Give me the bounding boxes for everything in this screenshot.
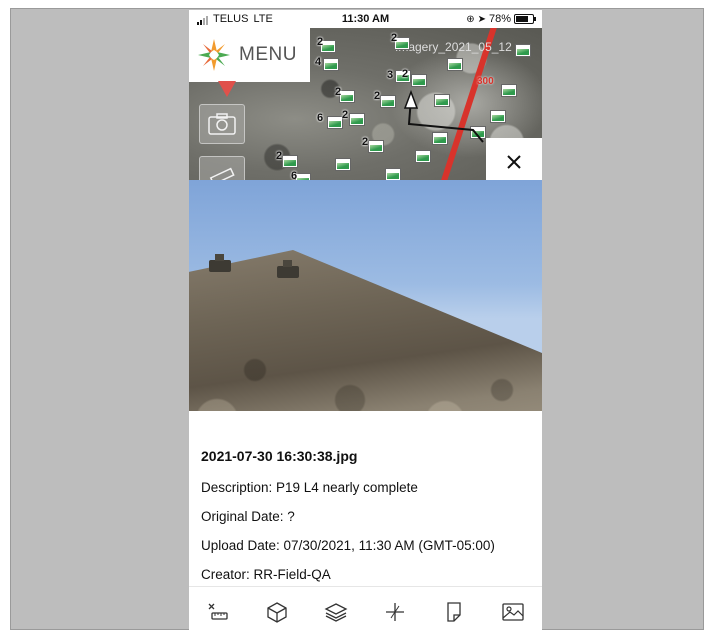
image-gallery-icon xyxy=(501,603,524,621)
menu-button[interactable]: MENU xyxy=(189,28,310,82)
photo-details: 2021-07-30 16:30:38.jpg Description: P19… xyxy=(201,448,531,596)
orientation-lock-icon: ⊕ xyxy=(466,13,475,25)
bottom-toolbar xyxy=(189,586,542,636)
3d-model-button[interactable] xyxy=(259,594,295,630)
battery-percent: 78% xyxy=(488,13,511,25)
photo-marker[interactable] xyxy=(333,156,351,171)
photo-marker[interactable] xyxy=(337,88,355,103)
photo-upload-date: Upload Date: 07/30/2021, 11:30 AM (GMT-0… xyxy=(201,538,495,553)
phone-screen: TELUS LTE 11:30 AM ⊕ ➤ 78% 300 Imagery_2… xyxy=(189,10,542,636)
cluster-count: 2 xyxy=(342,109,349,121)
location-arrow-icon: ➤ xyxy=(477,13,486,25)
imagery-layer-label: Imagery_2021_05_12 xyxy=(395,40,512,54)
camera-direction-icon xyxy=(403,90,484,143)
cluster-count: 2 xyxy=(391,32,398,44)
photo-marker[interactable] xyxy=(383,166,401,180)
3d-model-icon xyxy=(267,602,287,623)
app-logo-icon xyxy=(197,38,231,72)
document-icon xyxy=(447,602,461,622)
photo-marker[interactable] xyxy=(378,93,396,108)
compass-button[interactable] xyxy=(377,594,413,630)
measure-tool-button[interactable] xyxy=(200,594,236,630)
photo-marker[interactable] xyxy=(499,82,517,97)
cluster-count: 6 xyxy=(291,170,298,180)
photo-bulldozer xyxy=(209,254,231,272)
status-right: ⊕ ➤ 78% xyxy=(466,13,536,25)
map-view[interactable]: 300 Imagery_2021_05_12 2 4 2 3 2 2 6 2 2… xyxy=(189,28,542,180)
layers-button[interactable] xyxy=(318,594,354,630)
cluster-count: 4 xyxy=(315,56,322,68)
photo-bulldozer xyxy=(277,260,299,278)
battery-fill xyxy=(516,16,529,22)
photo-marker[interactable] xyxy=(293,171,311,180)
photo-marker[interactable] xyxy=(513,42,531,57)
cluster-count: 2 xyxy=(276,150,283,162)
ruler-button[interactable] xyxy=(199,156,245,180)
cluster-count: 2 xyxy=(317,36,324,48)
cluster-count: 2 xyxy=(402,68,409,80)
photo-marker[interactable] xyxy=(366,138,384,153)
cluster-count: 2 xyxy=(362,136,369,148)
document-button[interactable] xyxy=(436,594,472,630)
battery-icon xyxy=(514,14,536,24)
ruler-icon xyxy=(209,167,235,180)
photo-marker[interactable] xyxy=(325,114,343,129)
photo-creator: Creator: RR-Field-QA xyxy=(201,567,331,582)
status-bar: TELUS LTE 11:30 AM ⊕ ➤ 78% xyxy=(189,10,542,28)
photo-ground xyxy=(189,250,542,411)
image-gallery-button[interactable] xyxy=(495,594,531,630)
cluster-count: 6 xyxy=(317,112,324,124)
camera-icon xyxy=(208,113,236,135)
compass-icon xyxy=(385,603,404,621)
layers-icon xyxy=(324,603,348,622)
camera-button[interactable] xyxy=(199,104,245,144)
cluster-count: 2 xyxy=(374,90,381,102)
photo-marker[interactable] xyxy=(280,153,298,168)
photo-original-date: Original Date: ? xyxy=(201,509,295,524)
photo-marker[interactable] xyxy=(445,56,463,71)
close-button[interactable] xyxy=(486,138,542,180)
close-icon xyxy=(507,155,521,169)
site-photo[interactable] xyxy=(189,180,542,411)
measure-tool-icon xyxy=(208,603,229,620)
photo-marker[interactable] xyxy=(321,56,339,71)
photo-marker[interactable] xyxy=(347,111,365,126)
photo-marker[interactable] xyxy=(409,72,427,87)
cluster-count: 3 xyxy=(387,69,394,81)
location-pin-icon xyxy=(218,81,236,97)
photo-description: Description: P19 L4 nearly complete xyxy=(201,480,418,495)
cluster-count: 2 xyxy=(335,86,342,98)
photo-filename: 2021-07-30 16:30:38.jpg xyxy=(201,448,358,464)
menu-label: MENU xyxy=(239,44,297,65)
road-label: 300 xyxy=(477,76,494,87)
